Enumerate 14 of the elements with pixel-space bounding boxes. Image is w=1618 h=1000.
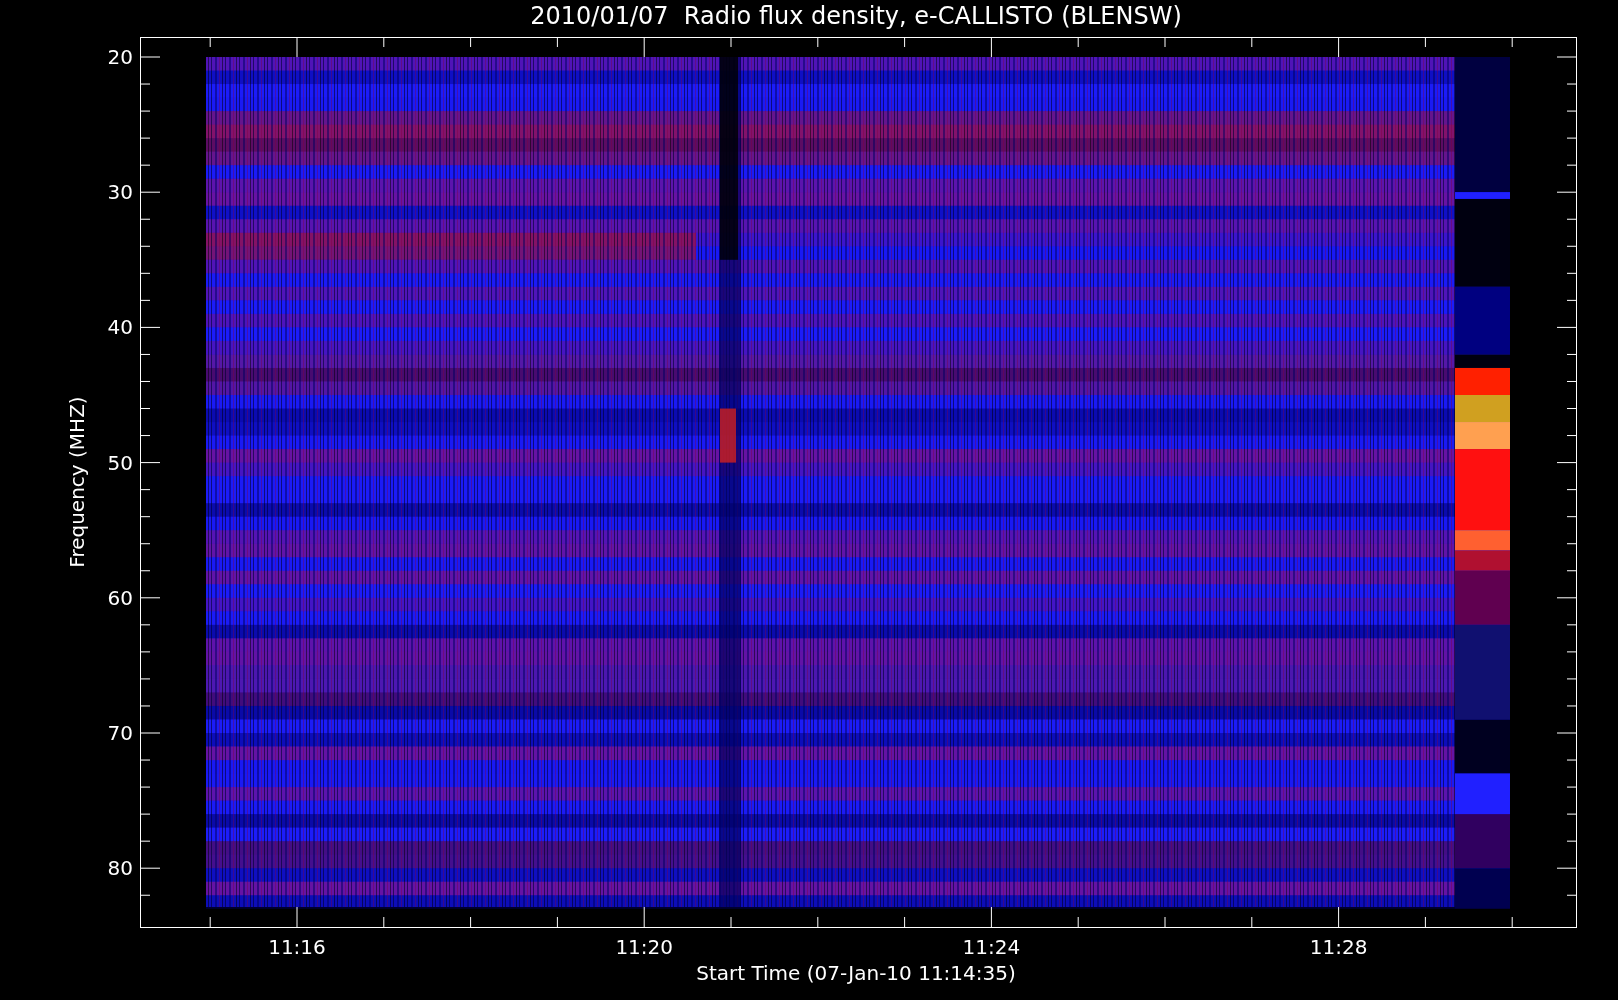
y-tick-label: 70 <box>107 721 133 745</box>
x-axis-title: Start Time (07-Jan-10 11:14:35) <box>696 961 1016 985</box>
y-tick-label: 20 <box>107 45 133 69</box>
x-tick-label: 11:16 <box>268 935 326 959</box>
chart-title: 2010/01/07 Radio flux density, e-CALLISTO (BLENSW) <box>530 2 1182 30</box>
y-tick-label: 50 <box>107 450 133 475</box>
x-tick-label: 11:20 <box>615 935 673 959</box>
x-tick-label: 11:28 <box>1309 935 1368 959</box>
y-tick-label: 60 <box>107 585 133 610</box>
x-tick-label: 11:24 <box>962 935 1021 959</box>
y-tick-label: 30 <box>107 180 133 205</box>
y-tick-label: 40 <box>107 315 133 340</box>
y-axis-title: Frequency (MHZ) <box>65 396 89 568</box>
y-tick-label: 80 <box>107 856 133 881</box>
